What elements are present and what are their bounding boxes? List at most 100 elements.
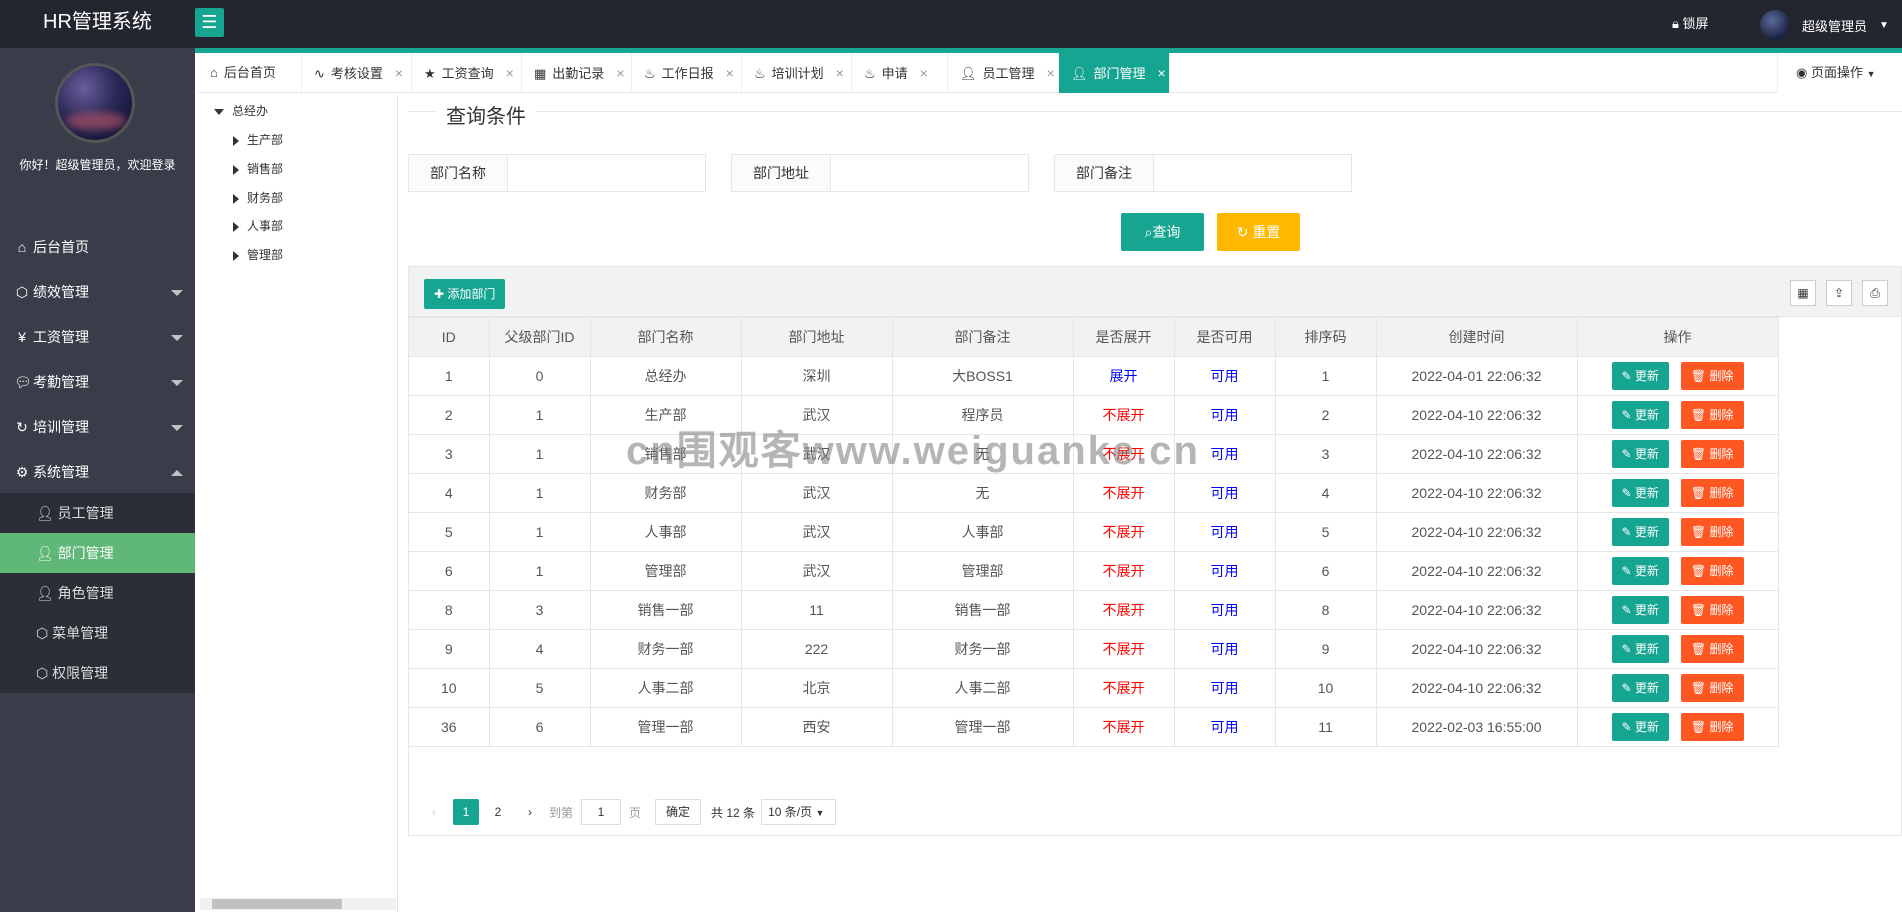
col-header[interactable]: 是否展开: [1073, 317, 1175, 357]
close-icon[interactable]: ×: [1158, 53, 1166, 93]
col-header[interactable]: 操作: [1577, 317, 1779, 357]
menu-toggle-button[interactable]: ☰: [195, 8, 224, 37]
table-row[interactable]: 8 3 销售一部 11 销售一部 不展开 可用 8 2022-04-10 22:06:32 ✎ 更…: [409, 590, 1779, 630]
page-number[interactable]: 2: [485, 799, 511, 825]
sidebar-item-attendance[interactable]: 💬︎考勤管理: [0, 360, 195, 405]
page-operations-menu[interactable]: ◉ 页面操作 ▼: [1777, 53, 1902, 93]
sidebar-sub-menu[interactable]: ⬡ 菜单管理: [0, 613, 195, 653]
tab-apply[interactable]: ♨ 申请 ×: [852, 53, 948, 93]
cube-icon: ⬡: [15, 284, 29, 300]
add-department-button[interactable]: ✚ 添加部门: [424, 279, 506, 309]
tab-salary-query[interactable]: ★ 工资查询 ×: [412, 53, 522, 93]
close-icon[interactable]: ×: [1047, 53, 1055, 93]
table-row[interactable]: 9 4 财务一部 222 财务一部 不展开 可用 9 2022-04-10 22:06:32 ✎ …: [409, 629, 1779, 669]
update-button[interactable]: ✎ 更新: [1611, 479, 1669, 507]
delete-button[interactable]: 🗑︎ 删除: [1680, 440, 1744, 468]
table-row[interactable]: 4 1 财务部 武汉无不展开 可用 4 2022-04-10 22:06:32 ✎ 更新 🗑︎ …: [409, 473, 1779, 513]
tab-training-plan[interactable]: ♨ 培训计划 ×: [742, 53, 852, 93]
close-icon[interactable]: ×: [616, 53, 624, 93]
page-size-select[interactable]: 10 条/页 ▼: [761, 799, 837, 825]
update-button[interactable]: ✎ 更新: [1611, 401, 1669, 429]
next-page-icon[interactable]: ›: [517, 799, 543, 825]
update-button[interactable]: ✎ 更新: [1611, 557, 1669, 585]
close-icon[interactable]: ×: [920, 53, 928, 93]
update-button[interactable]: ✎ 更新: [1611, 596, 1669, 624]
goto-page-input[interactable]: 1: [581, 799, 622, 825]
reset-button[interactable]: ↻ 重置: [1217, 213, 1300, 251]
delete-button[interactable]: 🗑︎ 删除: [1680, 401, 1744, 429]
sidebar-item-system[interactable]: ⚙ 系统管理: [0, 450, 195, 495]
table-row[interactable]: 6 1 管理部 武汉 管理部 不展开 可用 6 2022-04-10 22:06:32 ✎ 更新 🗑…: [409, 551, 1779, 591]
close-icon[interactable]: ×: [395, 53, 403, 93]
table-row[interactable]: 10 5 人事二部 北京 人事二部 不展开 可用 10 2022-04-10 22:06:32 ✎…: [409, 668, 1779, 708]
columns-filter-icon[interactable]: ▦: [1790, 280, 1816, 306]
sidebar-sub-employee[interactable]: 👤︎ 员工管理: [0, 493, 195, 533]
delete-button[interactable]: 🗑︎ 删除: [1680, 518, 1744, 546]
tree-node[interactable]: 财务部: [233, 188, 283, 208]
actions-cell: ✎ 更新 🗑︎ 删除: [1577, 629, 1779, 669]
tree-node[interactable]: 生产部: [233, 130, 283, 150]
page-number-current[interactable]: 1: [453, 799, 479, 825]
tab-employee[interactable]: 👤︎ 员工管理 ×: [948, 53, 1059, 93]
col-header[interactable]: 部门地址: [741, 317, 893, 357]
tree-node[interactable]: 销售部: [233, 159, 283, 179]
sidebar-item-salary[interactable]: ¥ 工资管理: [0, 315, 195, 360]
table-row[interactable]: 1 0 总经办 深圳 大BOSS1 展开 可用 1 2022-04-01 22:06:32 ✎ 更…: [409, 356, 1779, 396]
delete-button[interactable]: 🗑︎ 删除: [1680, 635, 1744, 663]
col-header[interactable]: 部门备注: [892, 317, 1074, 357]
col-header[interactable]: 创建时间: [1376, 317, 1578, 357]
tab-department[interactable]: 👤︎ 部门管理 ×: [1059, 53, 1170, 93]
table-row[interactable]: 5 1 人事部 武汉 人事部 不展开 可用 5 2022-04-10 22:06:32 ✎ 更新 🗑…: [409, 512, 1779, 552]
sidebar-sub-permission[interactable]: ⬡ 权限管理: [0, 653, 195, 693]
close-icon[interactable]: ×: [836, 53, 844, 93]
trash-icon: 🗑︎: [1690, 525, 1710, 539]
delete-button[interactable]: 🗑︎ 删除: [1680, 362, 1744, 390]
user-menu[interactable]: 超级管理员 ▼: [1760, 10, 1889, 40]
sidebar-item-training[interactable]: ↻ 培训管理: [0, 405, 195, 450]
print-icon[interactable]: ⎙: [1862, 280, 1888, 306]
tab-daily-report[interactable]: ♨ 工作日报 ×: [632, 53, 742, 93]
table-row[interactable]: 2 1 生产部 武汉 程序员 不展开 可用 2 2022-04-10 22:06:32 ✎ 更新 🗑…: [409, 395, 1779, 435]
dept-address-input[interactable]: [831, 155, 1028, 191]
col-header[interactable]: ID: [409, 317, 490, 357]
scrollbar-thumb[interactable]: [212, 899, 342, 909]
tree-node[interactable]: 管理部: [233, 245, 283, 265]
delete-button[interactable]: 🗑︎ 删除: [1680, 713, 1744, 741]
update-button[interactable]: ✎ 更新: [1611, 674, 1669, 702]
delete-button[interactable]: 🗑︎ 删除: [1680, 479, 1744, 507]
col-header[interactable]: 部门名称: [590, 317, 742, 357]
tab-attendance[interactable]: ▦ 出勤记录 ×: [522, 53, 632, 93]
delete-button[interactable]: 🗑︎ 删除: [1680, 596, 1744, 624]
search-button[interactable]: ⌕查询: [1121, 213, 1204, 251]
update-button[interactable]: ✎ 更新: [1611, 635, 1669, 663]
col-header[interactable]: 是否可用: [1174, 317, 1276, 357]
dept-remark-input[interactable]: [1154, 155, 1351, 191]
table-row[interactable]: 3 1 销售部 武汉无不展开 可用 3 2022-04-10 22:06:32 ✎ 更新 🗑︎ …: [409, 434, 1779, 474]
sidebar-item-home[interactable]: ⌂ 后台首页: [0, 225, 195, 270]
tree-node-label: 总经办: [232, 104, 269, 118]
update-button[interactable]: ✎ 更新: [1611, 440, 1669, 468]
sidebar-sub-role[interactable]: 👤︎ 角色管理: [0, 573, 195, 613]
delete-button[interactable]: 🗑︎ 删除: [1680, 557, 1744, 585]
tree-scrollbar[interactable]: [200, 898, 396, 910]
table-row[interactable]: 36 6 管理一部 西安 管理一部 不展开 可用 11 2022-02-03 16:55:00 ✎…: [409, 707, 1779, 747]
col-header[interactable]: 排序码: [1275, 317, 1377, 357]
tree-node[interactable]: 人事部: [233, 216, 283, 236]
sidebar-item-performance[interactable]: ⬡ 绩效管理: [0, 270, 195, 315]
delete-button[interactable]: 🗑︎ 删除: [1680, 674, 1744, 702]
tab-assessment[interactable]: ∿ 考核设置 ×: [302, 53, 412, 93]
update-button[interactable]: ✎ 更新: [1611, 713, 1669, 741]
update-button[interactable]: ✎ 更新: [1611, 362, 1669, 390]
update-button[interactable]: ✎ 更新: [1611, 518, 1669, 546]
tab-home[interactable]: ⌂ 后台首页: [198, 53, 302, 93]
export-icon[interactable]: ⇪: [1826, 280, 1852, 306]
col-header[interactable]: 父级部门ID: [489, 317, 591, 357]
prev-page-icon[interactable]: ‹: [421, 799, 447, 825]
close-icon[interactable]: ×: [726, 53, 734, 93]
lock-screen-button[interactable]: 🔒︎ 锁屏: [1672, 13, 1709, 32]
sidebar-sub-department[interactable]: 👤︎ 部门管理: [0, 533, 195, 573]
close-icon[interactable]: ×: [506, 53, 514, 93]
goto-confirm-button[interactable]: 确定: [655, 799, 702, 825]
dept-name-input[interactable]: [508, 155, 705, 191]
tree-node-root[interactable]: 总经办: [214, 101, 268, 121]
